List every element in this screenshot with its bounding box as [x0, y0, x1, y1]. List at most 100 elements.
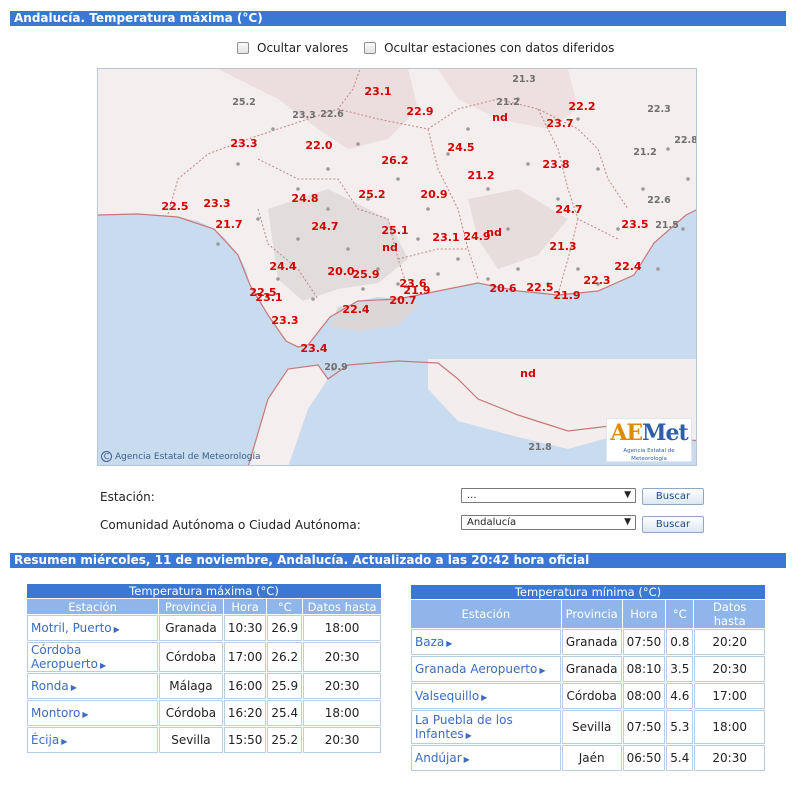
map-value[interactable]: 23.3	[292, 110, 315, 122]
temperature-map[interactable]: 25.2 23.3 22.6 23.1 21.3 22.9 21.2 nd 22.2 22.3 23…	[97, 68, 697, 466]
map-value[interactable]: 21.2	[633, 147, 656, 159]
map-value[interactable]: 22.6	[647, 195, 670, 207]
table-row: Granada Aeropuerto ▶ Granada 08:10 3.5 20:30	[411, 656, 765, 682]
table-row: Montoro ▶ Córdoba 16:20 25.4 18:00	[27, 700, 381, 726]
map-value[interactable]: 22.6	[320, 109, 343, 121]
map-value[interactable]: 25.1	[381, 225, 408, 237]
map-value[interactable]: 23.5	[621, 219, 648, 231]
map-value[interactable]: 24.8	[291, 193, 318, 205]
table-row: Andújar ▶ Jaén 06:50 5.4 20:30	[411, 745, 765, 771]
aemet-logo[interactable]: AEMet Agencia Estatal de Meteorología	[606, 418, 692, 462]
map-value[interactable]: 22.3	[583, 275, 610, 287]
map-value[interactable]: 22.4	[342, 304, 369, 316]
table-row: Ronda ▶ Málaga 16:00 25.9 20:30	[27, 673, 381, 699]
map-value[interactable]: 20.6	[489, 283, 516, 295]
hide-values-checkbox[interactable]	[237, 42, 249, 54]
min-table-caption: Temperatura mínima (°C)	[411, 585, 765, 599]
map-value[interactable]: 21.3	[549, 241, 576, 253]
map-value[interactable]: 24.7	[555, 204, 582, 216]
map-value[interactable]: nd	[520, 368, 536, 380]
map-value[interactable]: 22.9	[406, 106, 433, 118]
station-search-button[interactable]: Buscar	[642, 488, 704, 505]
station-link[interactable]: Granada Aeropuerto	[415, 662, 537, 676]
station-link[interactable]: Montoro	[31, 706, 80, 720]
region-label: Comunidad Autónoma o Ciudad Autónoma:	[100, 518, 361, 532]
station-link[interactable]: Baza	[415, 635, 444, 649]
map-value[interactable]: 24.7	[311, 221, 338, 233]
map-value[interactable]: 23.1	[364, 86, 391, 98]
map-value[interactable]: 21.9	[403, 285, 430, 297]
map-value[interactable]: 22.5	[161, 201, 188, 213]
map-credit: C Agencia Estatal de Meteorología	[101, 451, 261, 462]
province-cell: Sevilla	[159, 727, 223, 753]
station-cell[interactable]: Écija ▶	[27, 727, 159, 753]
station-cell[interactable]: Córdoba Aeropuerto ▶	[27, 642, 159, 672]
region-search-button[interactable]: Buscar	[642, 516, 704, 533]
chevron-right-icon: ▶	[113, 625, 120, 634]
region-select[interactable]: Andalucía ▼	[461, 515, 636, 530]
station-cell[interactable]: Andújar ▶	[411, 745, 561, 771]
map-value[interactable]: 25.9	[352, 269, 379, 281]
map-value[interactable]: 21.3	[512, 74, 535, 86]
station-link[interactable]: Motril, Puerto	[31, 621, 112, 635]
map-value[interactable]: 23.1	[255, 292, 282, 304]
map-value[interactable]: 22.8	[674, 135, 696, 147]
station-cell[interactable]: Montoro ▶	[27, 700, 159, 726]
map-value[interactable]: 23.8	[542, 159, 569, 171]
map-value[interactable]: 20.9	[324, 362, 347, 374]
map-value[interactable]: 23.3	[230, 138, 257, 150]
map-value[interactable]: nd	[486, 227, 502, 239]
station-cell[interactable]: La Puebla de los Infantes ▶	[411, 710, 561, 744]
map-value[interactable]: 21.5	[655, 220, 678, 232]
station-link[interactable]: Écija	[31, 733, 59, 747]
map-value[interactable]: 21.2	[496, 97, 519, 109]
chevron-right-icon: ▶	[481, 693, 488, 702]
col-province: Provincia	[561, 600, 622, 628]
map-value[interactable]: 22.3	[647, 104, 670, 116]
map-value[interactable]: 23.4	[300, 343, 327, 355]
station-cell[interactable]: Motril, Puerto ▶	[27, 615, 159, 641]
station-link[interactable]: La Puebla de los Infantes	[415, 713, 513, 741]
map-value[interactable]: nd	[492, 112, 508, 124]
map-value[interactable]: 25.2	[232, 97, 255, 109]
station-link[interactable]: Ronda	[31, 679, 69, 693]
hide-values-option[interactable]: Ocultar valores	[237, 41, 348, 55]
station-select[interactable]: ... ▼	[461, 488, 636, 503]
station-link[interactable]: Valsequillo	[415, 689, 479, 703]
map-value[interactable]: 23.3	[271, 315, 298, 327]
map-credit-text: Agencia Estatal de Meteorología	[115, 452, 261, 462]
province-cell: Granada	[561, 656, 622, 682]
time-cell-text: 06:50	[626, 751, 662, 765]
map-value[interactable]: 20.0	[327, 266, 354, 278]
map-value[interactable]: 21.7	[215, 219, 242, 231]
station-link[interactable]: Andújar	[415, 751, 462, 765]
map-value[interactable]: 24.5	[447, 142, 474, 154]
map-value[interactable]: 24.4	[269, 261, 296, 273]
map-value[interactable]: 21.8	[528, 442, 551, 454]
page-title: Andalucía. Temperatura máxima (°C)	[10, 11, 786, 26]
temp-cell: 25.4	[267, 700, 303, 726]
station-cell[interactable]: Baza ▶	[411, 629, 561, 655]
map-value[interactable]: 22.2	[568, 101, 595, 113]
map-value[interactable]: 26.2	[381, 155, 408, 167]
map-value[interactable]: 22.5	[526, 282, 553, 294]
station-cell[interactable]: Ronda ▶	[27, 673, 159, 699]
hide-deferred-option[interactable]: Ocultar estaciones con datos diferidos	[364, 41, 614, 55]
station-cell[interactable]: Valsequillo ▶	[411, 683, 561, 709]
station-cell[interactable]: Granada Aeropuerto ▶	[411, 656, 561, 682]
map-value[interactable]: 21.2	[467, 170, 494, 182]
map-value[interactable]: 23.3	[203, 198, 230, 210]
map-value[interactable]: 23.1	[432, 232, 459, 244]
map-value[interactable]: nd	[382, 242, 398, 254]
province-cell: Granada	[159, 615, 223, 641]
station-link[interactable]: Córdoba Aeropuerto	[31, 643, 98, 671]
map-value[interactable]: 20.9	[420, 189, 447, 201]
map-value[interactable]: 22.0	[305, 140, 332, 152]
map-value[interactable]: 21.9	[553, 290, 580, 302]
table-row: Valsequillo ▶ Córdoba 08:00 4.6 17:00	[411, 683, 765, 709]
logo-mark-a: AE	[610, 420, 643, 446]
map-value[interactable]: 22.4	[614, 261, 641, 273]
map-value[interactable]: 25.2	[358, 189, 385, 201]
map-value[interactable]: 23.7	[546, 118, 573, 130]
hide-deferred-checkbox[interactable]	[364, 42, 377, 54]
